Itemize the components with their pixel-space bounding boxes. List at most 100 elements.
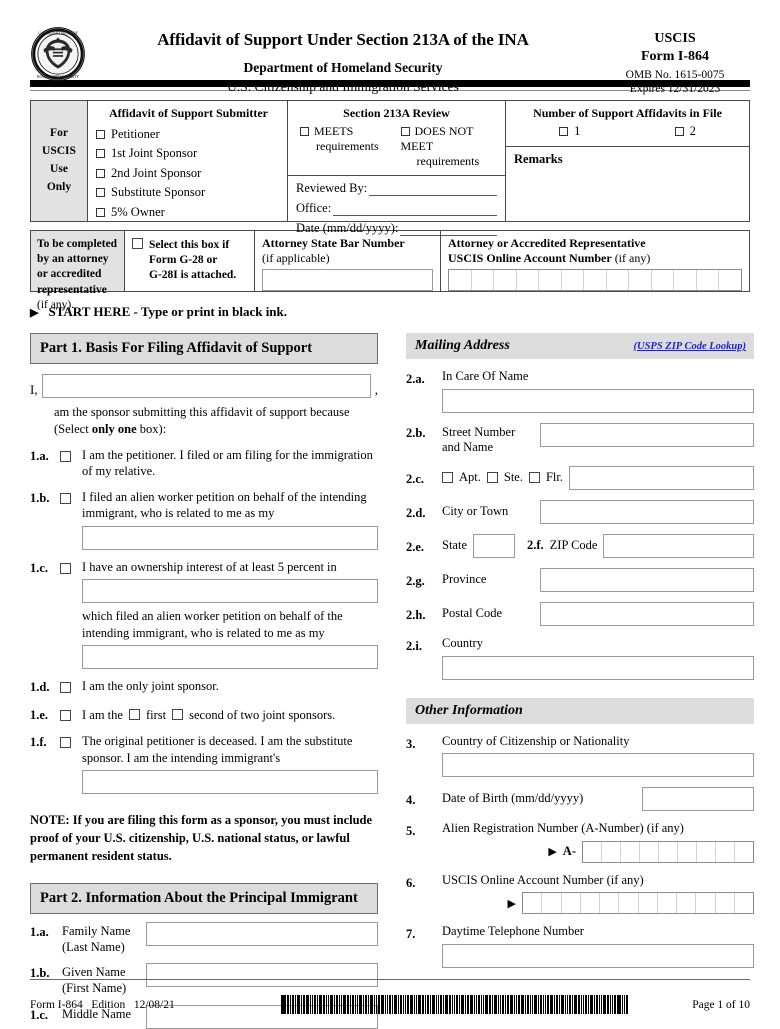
- g28-line-1: Select this box if: [149, 239, 230, 251]
- header-titles: Affidavit of Support Under Section 213A …: [86, 24, 600, 95]
- checkbox-1st-joint-sponsor[interactable]: [96, 149, 105, 158]
- daytime-telephone-input[interactable]: [442, 944, 754, 968]
- page-footer: Form I-864 Edition 12/08/21 Page 1 of 10: [30, 995, 750, 1014]
- checkbox-affidavit-count-1[interactable]: [559, 127, 569, 136]
- mailing-2g-row: 2.g. Province: [406, 567, 754, 592]
- submitter-option-2nd-joint-sponsor[interactable]: 2nd Joint Sponsor: [96, 163, 281, 183]
- checkbox-1d-wrap[interactable]: [60, 678, 82, 697]
- checkbox-1a[interactable]: [60, 450, 71, 462]
- submitter-option-petitioner[interactable]: Petitioner: [96, 124, 281, 144]
- apt-ste-flr-input[interactable]: [569, 465, 754, 490]
- given-name-input[interactable]: [146, 963, 378, 988]
- checkbox-2nd-joint-sponsor[interactable]: [96, 168, 105, 178]
- uscis-online-account-number-input[interactable]: [522, 892, 754, 915]
- a-number-input[interactable]: [582, 840, 754, 863]
- reviewed-by-input[interactable]: [369, 184, 497, 196]
- reviewed-by-row[interactable]: Reviewed By:: [296, 181, 497, 196]
- sponsor-name-row: I, ,: [30, 373, 378, 398]
- question-1c-input-2[interactable]: [82, 645, 378, 670]
- country-input[interactable]: [442, 655, 754, 680]
- question-1f-input[interactable]: [82, 770, 378, 795]
- office-label: Office:: [296, 201, 332, 215]
- checkbox-1a-wrap[interactable]: [60, 447, 82, 480]
- city-or-town-input[interactable]: [540, 499, 754, 524]
- checkbox-1e-wrap[interactable]: [60, 706, 82, 725]
- affidavit-submitter-panel: Affidavit of Support Submitter Petitione…: [88, 101, 288, 221]
- checkbox-1f[interactable]: [60, 737, 71, 749]
- checkbox-meets-requirements[interactable]: [300, 127, 309, 136]
- submitter-option-substitute-sponsor[interactable]: Substitute Sponsor: [96, 183, 281, 203]
- family-name-input[interactable]: [146, 922, 378, 947]
- barcode-wrap: [240, 995, 670, 1014]
- postal-code-label: Postal Code: [442, 606, 503, 621]
- country-of-citizenship-label: Country of Citizenship or Nationality: [442, 733, 630, 748]
- question-1b[interactable]: 1.b. I filed an alien worker petition on…: [30, 489, 378, 550]
- form-number: Form I-864: [640, 48, 710, 64]
- office-input[interactable]: [333, 204, 497, 216]
- affidavit-count-option-2[interactable]: 2: [674, 124, 696, 139]
- mailing-2c-number: 2.c.: [406, 471, 425, 486]
- question-1f[interactable]: 1.f. The original petitioner is deceased…: [30, 733, 378, 795]
- office-row[interactable]: Office:: [296, 201, 497, 216]
- checkbox-1d[interactable]: [60, 682, 71, 694]
- submitter-option-1st-joint-sponsor[interactable]: 1st Joint Sponsor: [96, 144, 281, 164]
- attorney-online-account-input[interactable]: [448, 269, 742, 291]
- remarks-area[interactable]: Remarks: [506, 147, 749, 221]
- date-of-birth-input[interactable]: [642, 787, 754, 812]
- postal-code-input[interactable]: [540, 601, 754, 626]
- in-care-of-name-input[interactable]: [442, 388, 754, 413]
- checkbox-1e-second[interactable]: [172, 709, 184, 721]
- street-number-name-label: Street Number and Name: [442, 423, 534, 456]
- checkbox-affidavit-count-2[interactable]: [674, 127, 684, 136]
- checkbox-1b-wrap[interactable]: [60, 489, 82, 550]
- attorney-bar-number-input[interactable]: [262, 269, 433, 291]
- question-1c[interactable]: 1.c. I have an ownership interest of at …: [30, 559, 378, 670]
- affidavit-count-option-1[interactable]: 1: [559, 124, 580, 139]
- apt-label: Apt.: [459, 470, 481, 485]
- checkbox-apt[interactable]: [442, 472, 453, 484]
- checkbox-petitioner[interactable]: [96, 129, 105, 139]
- intro-only-one: only one: [91, 421, 137, 436]
- sponsor-name-input[interactable]: [41, 373, 371, 398]
- uscis-account-row: ▶: [442, 892, 754, 915]
- checkbox-1f-wrap[interactable]: [60, 733, 82, 794]
- ste-label: Ste.: [503, 470, 523, 485]
- checkbox-1b[interactable]: [60, 492, 71, 504]
- question-1c-input-1[interactable]: [82, 579, 378, 604]
- review-option-does-not-meet[interactable]: DOES NOT MEET requirements: [397, 124, 498, 169]
- question-1e[interactable]: 1.e. I am the first second of two joint …: [30, 706, 378, 725]
- checkbox-1e-first[interactable]: [128, 709, 140, 721]
- usps-zip-code-lookup-link[interactable]: (USPS ZIP Code Lookup): [634, 341, 747, 352]
- checkbox-substitute-sponsor[interactable]: [96, 188, 105, 197]
- bar-number-label: Attorney State Bar Number (if applicable…: [262, 236, 433, 266]
- mailing-2e-number: 2.e.: [406, 539, 425, 554]
- question-1b-input[interactable]: [82, 525, 378, 550]
- question-1d[interactable]: 1.d. I am the only joint sponsor.: [30, 678, 378, 697]
- zip-code-input[interactable]: [603, 533, 754, 558]
- checkbox-flr[interactable]: [528, 472, 540, 484]
- page-title: Affidavit of Support Under Section 213A …: [157, 30, 529, 49]
- question-1a-text: I am the petitioner. I filed or am filin…: [82, 447, 373, 479]
- state-input[interactable]: [473, 533, 515, 558]
- mailing-2d-row: 2.d. City or Town: [406, 499, 754, 524]
- country-of-citizenship-input[interactable]: [442, 753, 754, 778]
- country-label: Country: [442, 635, 483, 650]
- review-option-meets[interactable]: MEETS requirements: [296, 124, 397, 169]
- checkbox-1c-wrap[interactable]: [60, 559, 82, 670]
- state-label: State: [442, 538, 467, 553]
- checkbox-does-not-meet-requirements[interactable]: [400, 127, 410, 136]
- family-name-line-2: (Last Name): [62, 939, 125, 954]
- checkbox-ste[interactable]: [486, 472, 498, 484]
- street-number-name-input[interactable]: [540, 422, 754, 447]
- checkbox-5-percent-owner[interactable]: [96, 207, 105, 217]
- checkbox-g28-attached[interactable]: [132, 238, 143, 249]
- checkbox-1c[interactable]: [60, 562, 71, 574]
- question-1a[interactable]: 1.a. I am the petitioner. I filed or am …: [30, 447, 378, 480]
- province-input[interactable]: [540, 567, 754, 592]
- checkbox-1e[interactable]: [60, 709, 71, 721]
- submitter-option-5-percent-owner[interactable]: 5% Owner: [96, 202, 281, 222]
- alien-registration-number-label: Alien Registration Number (A-Number) (if…: [442, 821, 684, 836]
- question-3-row: 3. Country of Citizenship or Nationality: [406, 734, 754, 778]
- question-4-body: Date of Birth (mm/dd/yyyy): [442, 787, 754, 812]
- g28-attached-cell[interactable]: Select this box if Form G-28 or G-28I is…: [125, 231, 255, 291]
